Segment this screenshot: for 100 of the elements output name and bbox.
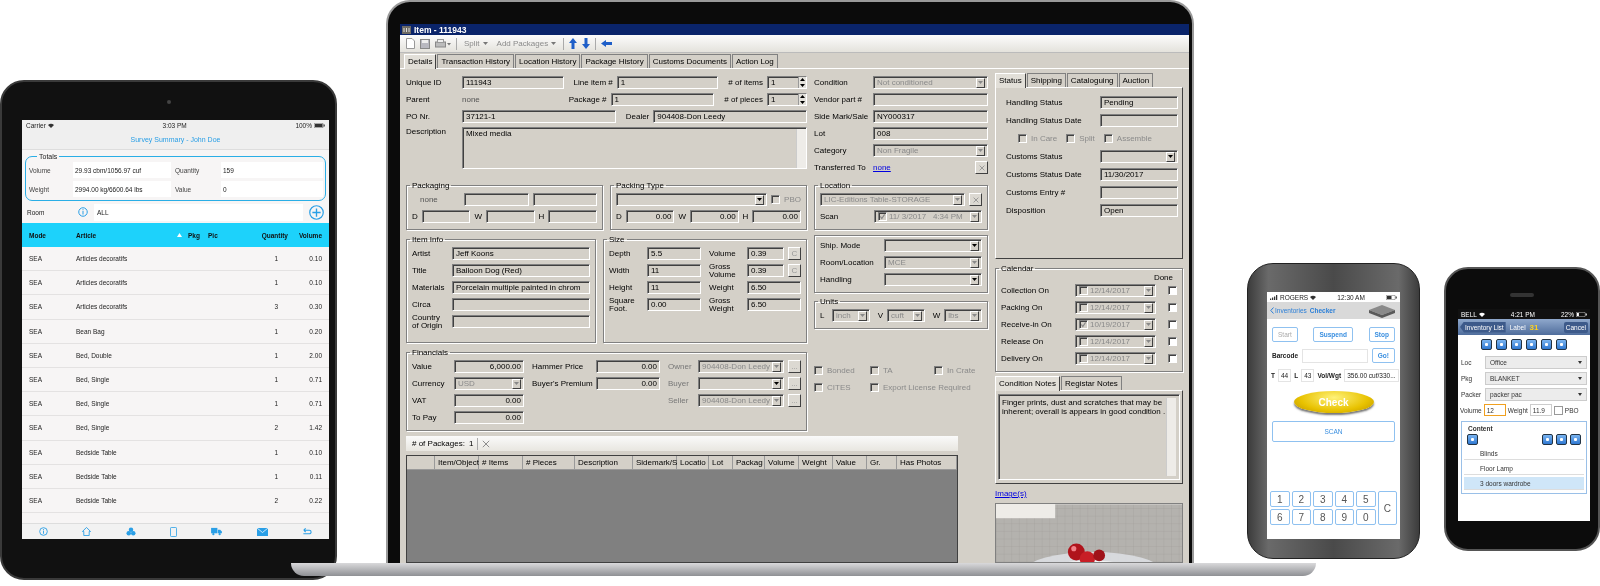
spin-arrows-icon[interactable] <box>798 77 806 88</box>
mail-icon[interactable] <box>256 527 268 536</box>
dropdown[interactable] <box>884 239 982 252</box>
checkbox[interactable] <box>1168 286 1177 295</box>
checkbox[interactable] <box>1553 405 1563 415</box>
text-field[interactable]: 0.39 <box>747 264 784 277</box>
tab[interactable]: Details <box>404 54 437 69</box>
truck-icon[interactable] <box>211 527 223 536</box>
text-field[interactable]: Jeff Koons <box>452 247 590 260</box>
tool-button[interactable] <box>1541 339 1552 350</box>
keypad-key[interactable]: 2 <box>1291 491 1311 507</box>
checkbox[interactable] <box>1168 337 1177 346</box>
spin-arrows-icon[interactable] <box>798 94 806 105</box>
text-field[interactable] <box>1100 186 1178 199</box>
column-header[interactable]: Gr. <box>867 456 897 470</box>
keypad-key[interactable]: 4 <box>1334 491 1354 507</box>
text-field[interactable]: Open <box>1100 204 1178 217</box>
keypad-key[interactable]: C <box>1377 491 1397 525</box>
dropdown[interactable] <box>884 273 982 286</box>
tool-button[interactable] <box>1496 339 1507 350</box>
text-field[interactable]: Porcelain multiple painted in chrom <box>452 281 590 294</box>
tab[interactable]: Status <box>995 73 1026 88</box>
keypad-key[interactable]: 5 <box>1356 491 1376 507</box>
cluster-icon[interactable] <box>125 527 136 536</box>
text-field[interactable]: NY000317 <box>873 110 988 123</box>
dropdown[interactable] <box>698 377 784 390</box>
text-field[interactable]: 0.00 <box>689 210 739 223</box>
chevron-icon[interactable] <box>1270 307 1274 314</box>
keypad-key[interactable]: 1 <box>1270 491 1290 507</box>
tab[interactable]: Cataloguing <box>1066 73 1118 87</box>
scrollbar[interactable] <box>796 129 806 168</box>
text-field[interactable]: Pending <box>1100 96 1178 109</box>
tab[interactable]: Condition Notes <box>995 376 1060 391</box>
tab[interactable]: Package History <box>581 54 648 68</box>
tab[interactable]: Customs Documents <box>648 54 731 68</box>
text-field[interactable]: 008 <box>873 127 988 140</box>
text-field[interactable]: 6,000.00 <box>454 360 524 373</box>
text-field[interactable]: 0.00 <box>454 411 524 424</box>
text-field[interactable] <box>548 210 597 223</box>
keypad-key[interactable]: 3 <box>1313 491 1333 507</box>
text-field[interactable] <box>873 93 988 106</box>
down-arrow-icon[interactable] <box>582 38 591 49</box>
text-field[interactable]: 0.00 <box>625 210 675 223</box>
text-field[interactable] <box>421 210 471 223</box>
up-arrow-icon[interactable] <box>569 38 578 49</box>
text-field[interactable]: 0.00 <box>596 360 660 373</box>
print-icon[interactable] <box>435 38 451 49</box>
keypad-key[interactable]: 9 <box>1334 509 1354 525</box>
column-header[interactable]: Has Photos <box>897 456 957 470</box>
tab[interactable]: Location History <box>515 54 581 68</box>
dropdown[interactable] <box>616 193 768 206</box>
text-field[interactable] <box>532 193 597 206</box>
text-field[interactable]: 6.50 <box>747 298 801 311</box>
text-field[interactable]: 11 <box>647 264 701 277</box>
keypad-key[interactable]: 8 <box>1313 509 1333 525</box>
text-field[interactable]: 11/30/2017 <box>1100 168 1178 181</box>
column-header[interactable]: Weight <box>799 456 833 470</box>
close-icon[interactable] <box>482 439 491 448</box>
tool-button[interactable] <box>1542 434 1553 445</box>
add-icon[interactable] <box>309 204 324 220</box>
checkbox[interactable] <box>1168 354 1177 363</box>
tab[interactable]: Transaction History <box>437 54 515 68</box>
text-field[interactable]: 0.00 <box>454 394 524 407</box>
column-header[interactable]: Item/Object <box>435 456 479 470</box>
text-field[interactable] <box>485 210 535 223</box>
column-header[interactable]: # Pieces <box>523 456 575 470</box>
column-header[interactable]: Volume <box>765 456 799 470</box>
link[interactable]: none <box>873 163 971 172</box>
tab[interactable]: Registar Notes <box>1060 376 1122 390</box>
checkbox[interactable] <box>1168 303 1177 312</box>
barcode-field[interactable] <box>1302 348 1368 363</box>
text-field[interactable]: 37121-1 <box>462 110 616 123</box>
text-field[interactable]: Balloon Dog (Red) <box>452 264 590 277</box>
notes-area[interactable]: Finger prints, dust and scratches that may be inherent; overall is appears in good condition . <box>998 394 1180 480</box>
text-field[interactable] <box>464 193 529 206</box>
text-field[interactable]: 904408-Don Leedy <box>653 110 807 123</box>
tool-button[interactable] <box>1570 434 1581 445</box>
text-field[interactable]: 1 <box>610 93 715 106</box>
text-field[interactable] <box>452 315 590 328</box>
dropdown[interactable] <box>1100 150 1178 163</box>
text-area[interactable]: Mixed media <box>462 127 807 169</box>
column-header[interactable]: Value <box>833 456 867 470</box>
tool-button[interactable] <box>1481 339 1492 350</box>
text-field[interactable]: 0.00 <box>647 298 701 311</box>
text-field[interactable]: 0.39 <box>747 247 784 260</box>
keypad-key[interactable]: 0 <box>1356 509 1376 525</box>
column-header[interactable]: Lot <box>709 456 733 470</box>
spin-field[interactable]: 1 <box>767 93 807 106</box>
column-header[interactable]: Packag <box>733 456 765 470</box>
text-field[interactable]: 6.50 <box>747 281 801 294</box>
keypad-key[interactable]: 7 <box>1291 509 1311 525</box>
tab[interactable]: Shipping <box>1026 73 1066 87</box>
text-field[interactable] <box>452 298 590 311</box>
dropdown-arrow-icon[interactable] <box>1578 360 1582 364</box>
new-document-icon[interactable] <box>406 38 415 49</box>
save-icon[interactable] <box>420 38 430 49</box>
left-arrow-icon[interactable] <box>601 40 613 47</box>
tool-button[interactable] <box>1556 339 1567 350</box>
text-field[interactable]: 111943 <box>462 76 564 89</box>
tab[interactable]: Auction <box>1118 73 1154 87</box>
